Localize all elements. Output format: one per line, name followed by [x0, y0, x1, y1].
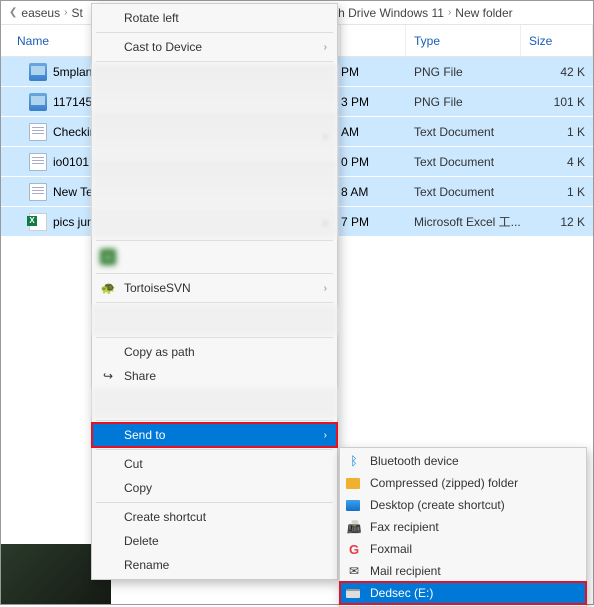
ai-icon: Ai [100, 249, 116, 265]
col-type-header[interactable]: Type [406, 25, 521, 56]
ctx-create-shortcut[interactable]: Create shortcut [92, 505, 337, 529]
ctx-cut[interactable]: Cut [92, 452, 337, 476]
ctx-rotate-left[interactable]: Rotate left [92, 6, 337, 30]
file-date: 7 PM [341, 215, 406, 229]
send-to-fax[interactable]: 📠Fax recipient [340, 516, 586, 538]
ctx-rename[interactable]: Rename [92, 553, 337, 577]
send-to-compressed[interactable]: Compressed (zipped) folder [340, 472, 586, 494]
file-type: Microsoft Excel 工... [406, 213, 521, 230]
zip-folder-icon [346, 478, 360, 489]
ctx-blurred[interactable] [92, 305, 337, 335]
divider [96, 302, 333, 303]
file-size: 1 K [521, 185, 593, 199]
ctx-share[interactable]: ↪Share [92, 364, 337, 388]
ctx-tortoise-svn[interactable]: 🐢TortoiseSVN› [92, 276, 337, 300]
divider [96, 273, 333, 274]
drive-icon [346, 589, 360, 598]
fax-icon: 📠 [346, 519, 362, 535]
file-date: PM [341, 65, 406, 79]
ctx-send-to[interactable]: Send to› [92, 423, 337, 447]
tortoise-svn-icon: 🐢 [100, 280, 116, 296]
file-date: 8 AM [341, 185, 406, 199]
chevron-right-icon: › [448, 7, 451, 18]
divider [96, 61, 333, 62]
divider [96, 502, 333, 503]
file-size: 42 K [521, 65, 593, 79]
file-type: Text Document [406, 125, 521, 139]
ctx-cast-to-device[interactable]: Cast to Device› [92, 35, 337, 59]
file-size: 4 K [521, 155, 593, 169]
chevron-right-icon: › [324, 218, 327, 229]
divider [96, 240, 333, 241]
foxmail-icon: G [346, 541, 362, 557]
breadcrumb-item[interactable]: easeus [21, 6, 60, 20]
ctx-blurred[interactable]: › [92, 112, 337, 160]
chevron-left-icon: ❮ [9, 7, 17, 18]
desktop-icon [346, 500, 360, 511]
file-type: PNG File [406, 65, 521, 79]
col-date-header[interactable] [341, 25, 406, 56]
send-to-bluetooth[interactable]: ᛒBluetooth device [340, 450, 586, 472]
send-to-mail[interactable]: ✉Mail recipient [340, 560, 586, 582]
ctx-blurred[interactable] [92, 388, 337, 418]
breadcrumb-item[interactable]: New folder [455, 6, 512, 20]
excel-file-icon [29, 213, 47, 231]
file-date: 0 PM [341, 155, 406, 169]
divider [96, 337, 333, 338]
file-date: AM [341, 125, 406, 139]
ctx-blurred[interactable] [92, 64, 337, 112]
file-size: 12 K [521, 215, 593, 229]
chevron-right-icon: › [324, 430, 327, 441]
send-to-submenu: ᛒBluetooth device Compressed (zipped) fo… [339, 447, 587, 607]
file-date: 3 PM [341, 95, 406, 109]
col-size-header[interactable]: Size [521, 25, 593, 56]
ctx-copy-as-path[interactable]: Copy as path [92, 340, 337, 364]
divider [96, 449, 333, 450]
share-icon: ↪ [100, 368, 116, 384]
breadcrumb-item[interactable]: St [71, 6, 82, 20]
mail-icon: ✉ [346, 563, 362, 579]
send-to-drive[interactable]: Dedsec (E:) [340, 582, 586, 604]
file-size: 101 K [521, 95, 593, 109]
chevron-right-icon: › [324, 131, 327, 142]
context-menu: Rotate left Cast to Device› › › Ai 🐢Tort… [91, 3, 338, 580]
text-file-icon [29, 153, 47, 171]
text-file-icon [29, 123, 47, 141]
ctx-delete[interactable]: Delete [92, 529, 337, 553]
file-size: 1 K [521, 125, 593, 139]
chevron-right-icon: › [324, 42, 327, 53]
divider [96, 420, 333, 421]
png-file-icon [29, 63, 47, 81]
file-type: PNG File [406, 95, 521, 109]
chevron-right-icon: › [324, 283, 327, 294]
divider [96, 32, 333, 33]
file-type: Text Document [406, 155, 521, 169]
send-to-desktop[interactable]: Desktop (create shortcut) [340, 494, 586, 516]
ctx-blurred[interactable]: Ai [92, 243, 337, 271]
send-to-foxmail[interactable]: GFoxmail [340, 538, 586, 560]
file-type: Text Document [406, 185, 521, 199]
png-file-icon [29, 93, 47, 111]
ctx-blurred[interactable] [92, 160, 337, 208]
ctx-blurred[interactable]: › [92, 208, 337, 238]
text-file-icon [29, 183, 47, 201]
bluetooth-icon: ᛒ [346, 453, 362, 469]
chevron-right-icon: › [64, 7, 67, 18]
ctx-copy[interactable]: Copy [92, 476, 337, 500]
